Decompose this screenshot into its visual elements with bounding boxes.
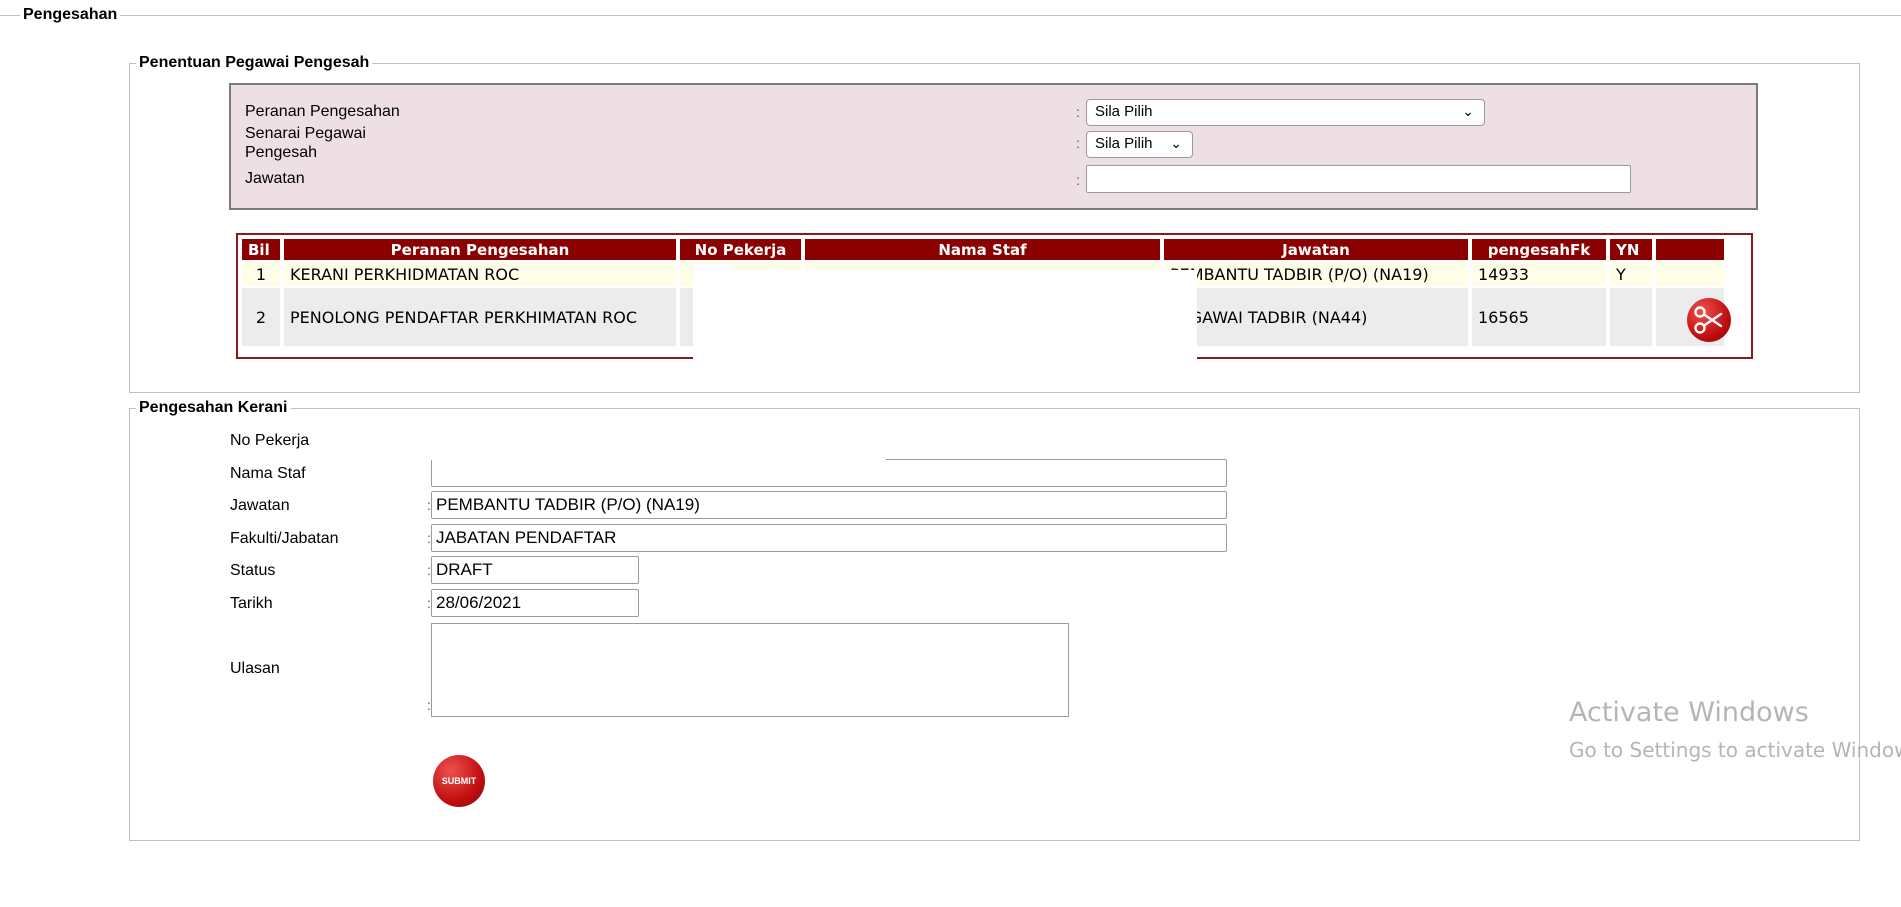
col-header-action bbox=[1656, 239, 1724, 260]
label-fakulti: Fakulti/Jabatan bbox=[230, 530, 339, 547]
cell-pengesahfk: 16565 bbox=[1472, 288, 1606, 346]
col-header-staff-name: Nama Staf bbox=[805, 239, 1160, 260]
colon: : bbox=[1076, 172, 1080, 188]
role-select[interactable]: Sila Pilih ⌄ bbox=[1086, 99, 1485, 126]
officer-select[interactable]: Sila Pilih ⌄ bbox=[1086, 131, 1193, 158]
label-status: Status bbox=[230, 562, 276, 579]
cell-action bbox=[1656, 262, 1724, 286]
role-select-value: Sila Pilih bbox=[1095, 103, 1153, 120]
position-input[interactable] bbox=[1086, 165, 1631, 193]
position-label: Jawatan bbox=[245, 170, 305, 187]
fakulti-input[interactable]: JABATAN PENDAFTAR bbox=[431, 524, 1227, 552]
scissors-icon bbox=[1694, 306, 1723, 334]
role-label: Peranan Pengesahan bbox=[245, 103, 400, 120]
activate-windows-hint: Go to Settings to activate Windows bbox=[1569, 738, 1901, 762]
cell-yn bbox=[1610, 288, 1652, 346]
colon: : bbox=[1076, 104, 1080, 120]
col-header-staff-no: No Pekerja bbox=[680, 239, 801, 260]
assign-officer-legend: Penentuan Pegawai Pengesah bbox=[139, 54, 370, 71]
label-ulasan: Ulasan bbox=[230, 660, 280, 677]
officer-list-label: Senarai Pegawai bbox=[245, 125, 366, 142]
cell-position: PEGAWAI TADBIR (NA44) bbox=[1164, 288, 1468, 346]
pengesahan-legend: Pengesahan bbox=[23, 6, 118, 23]
officer-list-label-2: Pengesah bbox=[245, 144, 318, 161]
clerk-approval-legend: Pengesahan Kerani bbox=[139, 399, 288, 416]
label-tarikh: Tarikh bbox=[230, 595, 273, 612]
col-header-role: Peranan Pengesahan bbox=[284, 239, 676, 260]
label-jawatan: Jawatan bbox=[230, 497, 290, 514]
cell-role: PENOLONG PENDAFTAR PERKHIMATAN ROC bbox=[284, 288, 676, 346]
redaction-block bbox=[731, 270, 1197, 359]
cell-position: PEMBANTU TADBIR (P/O) (NA19) bbox=[1164, 262, 1468, 286]
colon: : bbox=[1076, 135, 1080, 151]
label-nama-staf: Nama Staf bbox=[230, 465, 306, 482]
redaction-block bbox=[693, 264, 731, 359]
col-header-position: Jawatan bbox=[1164, 239, 1468, 260]
cell-pengesahfk: 14933 bbox=[1472, 262, 1606, 286]
cell-yn: Y bbox=[1610, 262, 1652, 286]
chevron-down-icon: ⌄ bbox=[1462, 103, 1474, 119]
activate-windows-watermark: Activate Windows bbox=[1569, 697, 1809, 728]
delete-row-button[interactable] bbox=[1687, 298, 1731, 342]
ulasan-textarea[interactable] bbox=[431, 623, 1069, 717]
cell-bil: 1 bbox=[242, 262, 280, 286]
cell-bil: 2 bbox=[242, 288, 280, 346]
redaction-block bbox=[426, 448, 886, 460]
status-input[interactable]: DRAFT bbox=[431, 556, 639, 584]
chevron-down-icon: ⌄ bbox=[1170, 135, 1182, 151]
jawatan-input[interactable]: PEMBANTU TADBIR (P/O) (NA19) bbox=[431, 491, 1227, 519]
col-header-bil: Bil bbox=[242, 239, 280, 260]
submit-button[interactable]: SUBMIT bbox=[433, 755, 485, 807]
nama-staf-input[interactable] bbox=[431, 459, 1227, 487]
col-header-yn: YN bbox=[1610, 239, 1652, 260]
label-no-pekerja: No Pekerja bbox=[230, 432, 310, 449]
officer-select-value: Sila Pilih bbox=[1095, 135, 1153, 152]
cell-role: KERANI PERKHIDMATAN ROC bbox=[284, 262, 676, 286]
tarikh-input[interactable]: 28/06/2021 bbox=[431, 589, 639, 617]
col-header-pengesahfk: pengesahFk bbox=[1472, 239, 1606, 260]
